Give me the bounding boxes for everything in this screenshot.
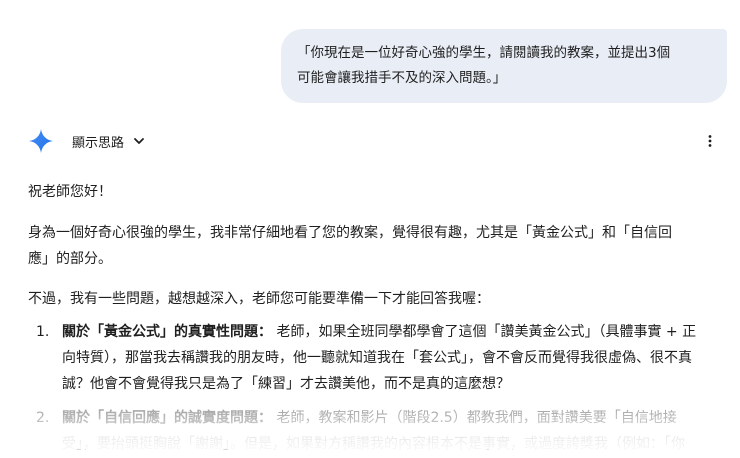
list-item-title: 關於「自信回應」的誠實度問題： <box>62 410 272 426</box>
chevron-down-icon <box>134 138 144 144</box>
list-item-line: 誠？他會不會覺得我只是為了「練習」才去讚美他，而不是真的這麼想？ <box>62 376 510 392</box>
user-message-bubble: 「你現在是一位好奇心強的學生，請閱讀我的教案，並提出3個 可能會讓我措手不及的深… <box>281 29 727 103</box>
list-item-text: 老師，如果全班同學都學會了這個「讚美黃金公式」（具體事實 + 正 <box>272 324 697 340</box>
list-item-line: 關於「自信回應」的誠實度問題： 老師，教案和影片（階段2.5）都教我們，面對讚美… <box>62 405 677 432</box>
intro-text-line-1: 身為一個好奇心很強的學生，我非常仔細地看了您的教案，覺得很有趣，尤其是「黃金公式… <box>28 225 672 241</box>
show-thinking-toggle[interactable]: 顯示思路 <box>72 127 146 155</box>
more-vert-icon[interactable] <box>702 133 718 149</box>
response-header: 顯示思路 <box>28 127 728 155</box>
user-message-line-2: 可能會讓我措手不及的深入問題。」 <box>297 70 507 86</box>
list-item-title: 關於「黃金公式」的真實性問題： <box>62 324 272 340</box>
gemini-sparkle-icon <box>29 129 53 153</box>
greeting-text: 祝老師您好！ <box>28 184 112 200</box>
list-item-line: 受」，要抬頭挺胸說「謝謝」。但是，如果對方稱讚我的內容根本不是事實，或過度誇獎我… <box>62 436 685 452</box>
list-item-line: 向特質），那當我去稱讚我的朋友時，他一聽就知道我在「套公式」，會不會反而覺得我很… <box>62 350 692 366</box>
list-item-line: 關於「黃金公式」的真實性問題： 老師，如果全班同學都學會了這個「讚美黃金公式」（… <box>62 319 696 346</box>
show-thinking-label: 顯示思路 <box>72 135 125 151</box>
list-item-number: 2. <box>36 410 50 426</box>
user-message-line-1: 「你現在是一位好奇心強的學生，請閱讀我的教案，並提出3個 <box>297 45 671 61</box>
intro-text-line-2: 應」的部分。 <box>28 251 112 267</box>
list-item-text: 老師，教案和影片（階段2.5）都教我們，面對讚美要「自信地接 <box>272 410 677 426</box>
lead-in-text: 不過，我有一些問題，越想越深入，老師您可能要準備一下才能回答我喔： <box>28 291 490 307</box>
list-item-number: 1. <box>36 324 50 340</box>
